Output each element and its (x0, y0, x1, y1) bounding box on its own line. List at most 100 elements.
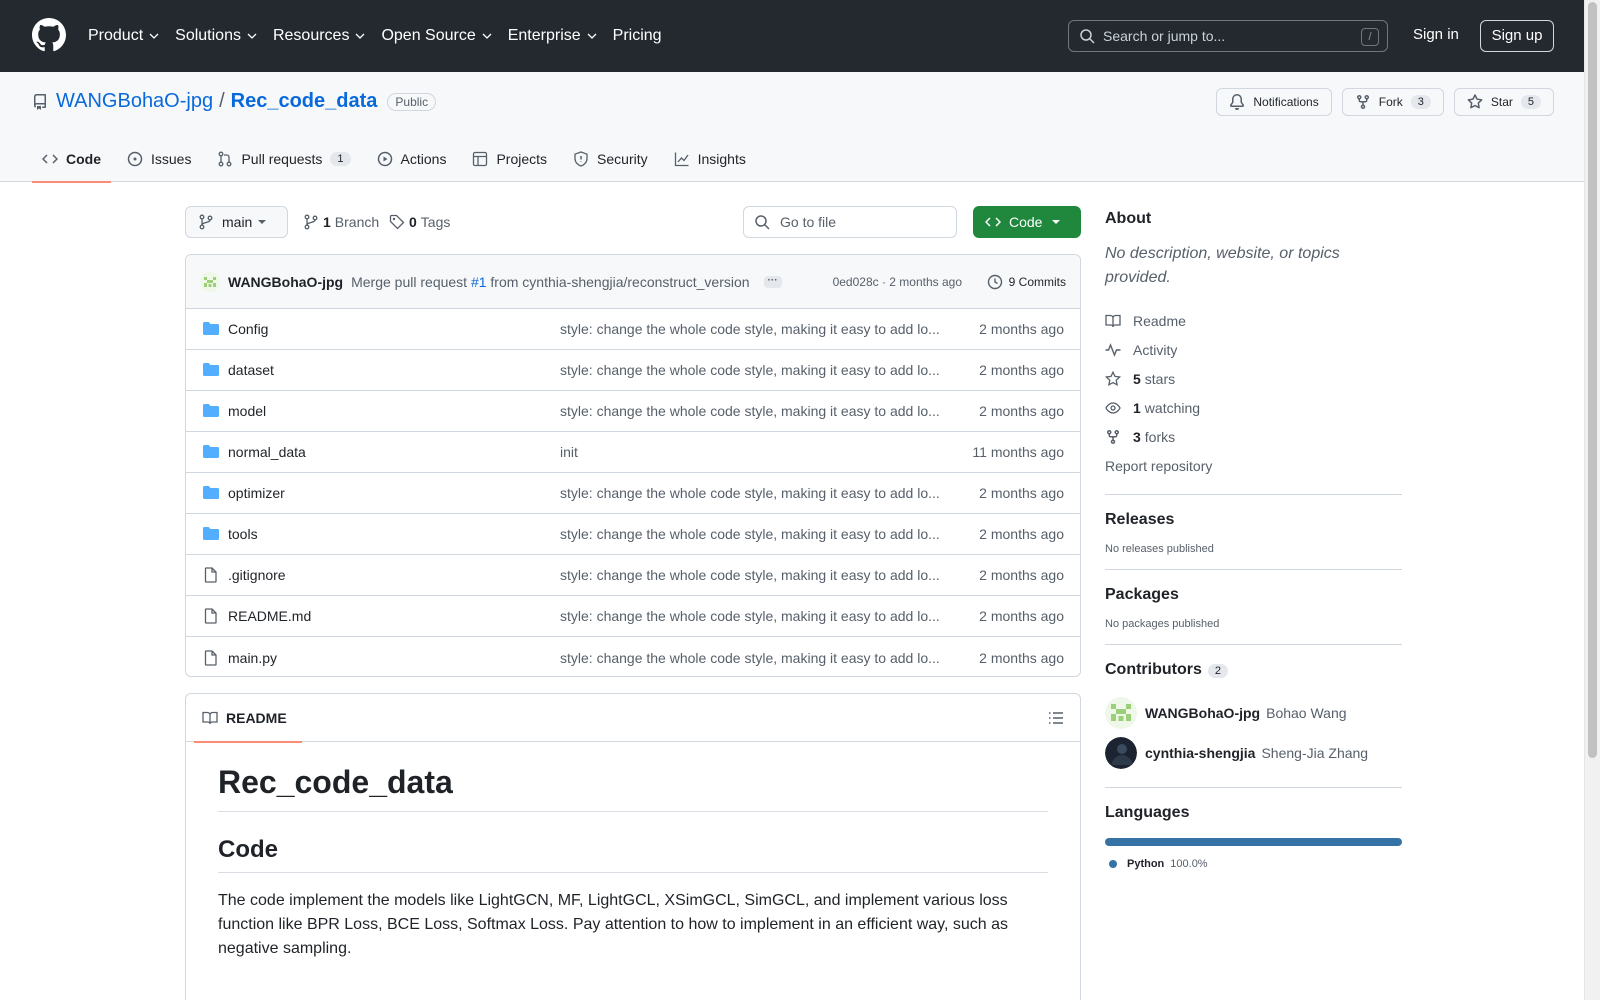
packages-heading[interactable]: Packages (1105, 586, 1402, 604)
divider (1105, 644, 1402, 645)
nav-solutions[interactable]: Solutions (175, 27, 257, 45)
star-button[interactable]: Star 5 (1453, 88, 1554, 116)
file-row[interactable]: Config style: change the whole code style… (186, 309, 1080, 350)
file-commit-message[interactable]: init (560, 444, 944, 460)
file-commit-message[interactable]: style: change the whole code style, maki… (560, 650, 944, 666)
global-search-input[interactable]: Search or jump to... / (1068, 20, 1388, 52)
repo-name-link[interactable]: Rec_code_data (231, 90, 378, 113)
notifications-button[interactable]: Notifications (1216, 88, 1332, 116)
contributors-heading[interactable]: Contributors 2 (1105, 661, 1402, 679)
repo-owner-link[interactable]: WANGBohaO-jpg (56, 90, 213, 113)
readme-panel: README Rec_code_data Code The code imple… (185, 693, 1081, 1000)
tab-pull-requests[interactable]: Pull requests 1 (207, 136, 360, 182)
divider (1105, 787, 1402, 788)
divider (1105, 569, 1402, 570)
tab-label: Code (66, 151, 101, 167)
file-row[interactable]: optimizer style: change the whole code st… (186, 473, 1080, 514)
sign-up-button[interactable]: Sign up (1480, 20, 1554, 52)
file-row[interactable]: .gitignore style: change the whole code s… (186, 555, 1080, 596)
nav-label: Enterprise (507, 27, 581, 44)
page-scrollbar[interactable] (1584, 0, 1600, 1000)
code-dropdown-button[interactable]: Code (973, 206, 1081, 238)
branch-selector[interactable]: main (185, 206, 288, 238)
tab-code[interactable]: Code (32, 136, 111, 183)
file-name-link[interactable]: README.md (228, 608, 558, 624)
forks-count: 3 (1133, 428, 1141, 445)
file-commit-message[interactable]: style: change the whole code style, maki… (560, 567, 944, 583)
releases-heading[interactable]: Releases (1105, 511, 1402, 529)
tab-issues[interactable]: Issues (117, 136, 201, 182)
forks-link[interactable]: 3 forks (1105, 422, 1402, 451)
file-row[interactable]: tools style: change the whole code style,… (186, 514, 1080, 555)
expand-commit-button[interactable]: ··· (763, 275, 782, 288)
watching-link[interactable]: 1 watching (1105, 393, 1402, 422)
tags-link[interactable]: 0 Tags (389, 214, 450, 230)
nav-pricing[interactable]: Pricing (613, 27, 662, 45)
commit-message[interactable]: Merge pull request #1 from cynthia-sheng… (351, 274, 749, 290)
tab-projects[interactable]: Projects (462, 136, 557, 182)
file-name-link[interactable]: main.py (228, 650, 558, 666)
nav-resources[interactable]: Resources (273, 27, 365, 45)
file-name-link[interactable]: tools (228, 526, 558, 542)
commit-sha-time[interactable]: 0ed028c · 2 months ago (833, 275, 962, 289)
file-row[interactable]: normal_data init 11 months ago (186, 432, 1080, 473)
readme-link[interactable]: Readme (1105, 306, 1402, 335)
tab-insights[interactable]: Insights (664, 136, 756, 182)
stars-link[interactable]: 5 stars (1105, 364, 1402, 393)
search-icon (1080, 29, 1095, 44)
list-icon[interactable] (1048, 710, 1064, 726)
file-commit-message[interactable]: style: change the whole code style, maki… (560, 321, 944, 337)
pull-request-link[interactable]: #1 (471, 274, 487, 290)
fork-count: 3 (1410, 95, 1431, 109)
file-row[interactable]: dataset style: change the whole code styl… (186, 350, 1080, 391)
sign-in-link[interactable]: Sign in (1413, 26, 1459, 43)
file-commit-message[interactable]: style: change the whole code style, maki… (560, 526, 944, 542)
tab-label: Issues (151, 151, 192, 167)
language-item[interactable]: Python 100.0% (1105, 858, 1402, 870)
report-repository-link[interactable]: Report repository (1105, 451, 1402, 480)
eye-icon (1105, 401, 1121, 414)
commits-history-link[interactable]: 9 Commits (987, 274, 1066, 290)
file-row[interactable]: README.md style: change the whole code st… (186, 596, 1080, 637)
nav-product[interactable]: Product (88, 27, 159, 45)
fork-button[interactable]: Fork 3 (1341, 88, 1444, 116)
repo-separator: / (219, 90, 225, 112)
file-icon (204, 649, 217, 666)
file-commit-message[interactable]: style: change the whole code style, maki… (560, 403, 944, 419)
tab-actions[interactable]: Actions (367, 136, 457, 182)
folder-icon (203, 486, 219, 499)
author-avatar[interactable] (200, 271, 220, 292)
file-name-link[interactable]: dataset (228, 362, 558, 378)
tab-security[interactable]: Security (563, 136, 658, 182)
activity-link[interactable]: Activity (1105, 335, 1402, 364)
readme-tab[interactable]: README (194, 694, 302, 743)
contributor-item[interactable]: cynthia-shengjia Sheng-Jia Zhang (1105, 733, 1402, 773)
scrollbar-thumb[interactable] (1588, 2, 1597, 758)
about-description: No description, website, or topics provi… (1105, 245, 1340, 286)
tag-label: Tags (420, 214, 451, 230)
graph-icon (674, 152, 689, 167)
divider (1105, 494, 1402, 495)
releases-empty-text: No releases published (1105, 543, 1214, 555)
file-name-link[interactable]: model (228, 403, 558, 419)
file-name-link[interactable]: .gitignore (228, 567, 558, 583)
commit-author-link[interactable]: WANGBohaO-jpg (228, 274, 343, 290)
file-name-link[interactable]: optimizer (228, 485, 558, 501)
nav-open-source[interactable]: Open Source (381, 27, 492, 45)
file-commit-message[interactable]: style: change the whole code style, maki… (560, 485, 944, 501)
visibility-badge: Public (387, 92, 437, 111)
file-name-link[interactable]: Config (228, 321, 558, 337)
go-to-file-placeholder: Go to file (780, 214, 837, 230)
file-commit-message[interactable]: style: change the whole code style, maki… (560, 362, 944, 378)
nav-enterprise[interactable]: Enterprise (508, 27, 597, 45)
contributor-login: WANGBohaO-jpg (1145, 705, 1261, 721)
file-commit-message[interactable]: style: change the whole code style, maki… (560, 608, 944, 624)
github-logo-icon[interactable] (32, 18, 66, 52)
play-icon (377, 151, 392, 167)
contributor-item[interactable]: WANGBohaO-jpg Bohao Wang (1105, 693, 1402, 733)
file-row[interactable]: model style: change the whole code style,… (186, 391, 1080, 432)
file-name-link[interactable]: normal_data (228, 444, 558, 460)
go-to-file-input[interactable]: Go to file (743, 206, 957, 238)
branches-link[interactable]: 1 Branch (303, 214, 379, 230)
file-row[interactable]: main.py style: change the whole code styl… (186, 637, 1080, 676)
